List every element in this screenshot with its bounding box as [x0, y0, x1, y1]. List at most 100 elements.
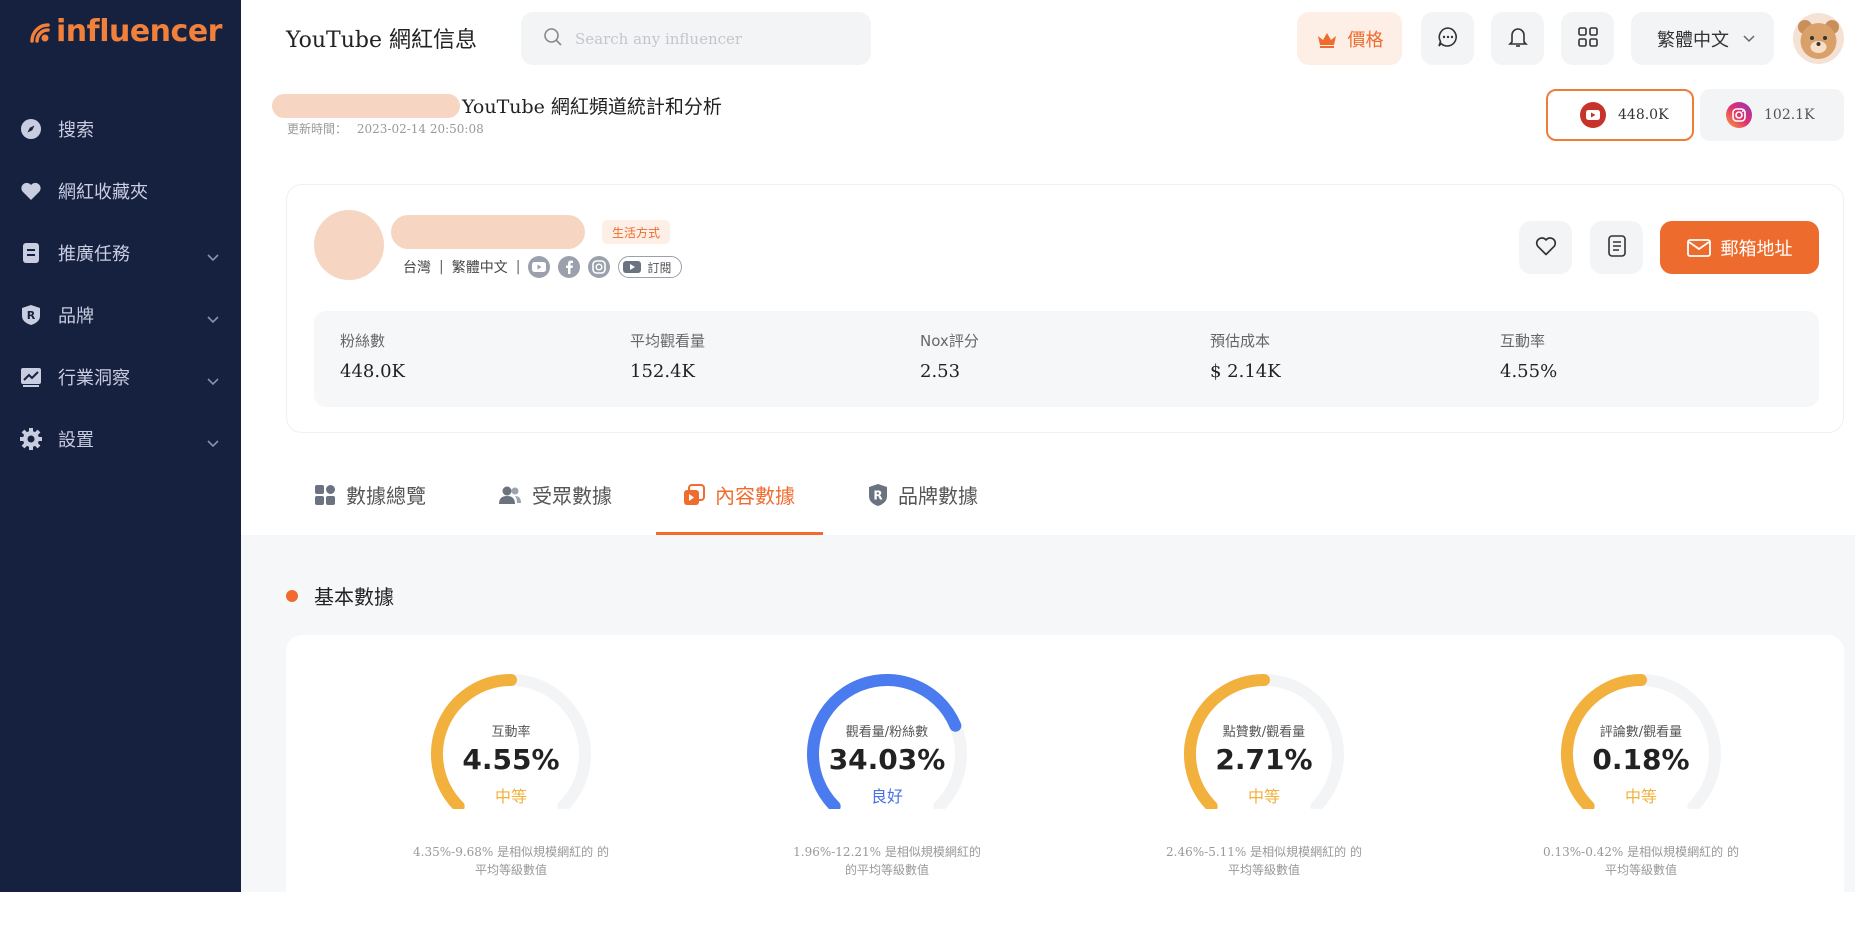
chevron-down-icon — [207, 370, 219, 391]
gauge-comments-per-view: 評論數/觀看量 0.18% 中等 0.13%-0.42% 是相似規模網紅的 的 … — [1531, 659, 1751, 899]
subscribe-label: 訂閱 — [647, 260, 672, 275]
heart-icon — [20, 180, 42, 202]
gauge-value: 0.18% — [1592, 743, 1690, 776]
gauge-note: 0.13%-0.42% 是相似規模網紅的 的 平均等級數值 — [1511, 843, 1771, 879]
tab-label: 數據總覽 — [346, 484, 426, 508]
crown-icon — [1316, 30, 1338, 48]
gauge-note-line: 平均等級數值 — [474, 863, 547, 877]
update-time-value: 2023-02-14 20:50:08 — [356, 122, 484, 136]
chevron-down-icon — [207, 246, 219, 267]
sidebar-item-settings[interactable]: 設置 — [0, 408, 241, 470]
tab-audience[interactable]: 受眾數據 — [498, 454, 612, 535]
top-header: YouTube 網紅信息 價格 繁體中文 — [241, 0, 1855, 76]
gauge-note-line: 平均等級數值 — [1227, 863, 1300, 877]
user-avatar[interactable] — [1793, 13, 1844, 64]
youtube-link-icon[interactable] — [528, 256, 551, 278]
section-dot — [286, 589, 298, 602]
gauge-value: 4.55% — [462, 743, 560, 776]
pricing-label: 價格 — [1347, 29, 1384, 51]
compass-icon — [20, 118, 42, 140]
svg-text:R: R — [873, 488, 882, 502]
search-input[interactable] — [575, 29, 865, 48]
update-time-label: 更新時間： — [287, 122, 348, 136]
bear-avatar-icon — [1798, 20, 1839, 59]
gauge-note-line: 2.46%-5.11% 是相似規模網紅的 的 — [1166, 845, 1362, 859]
content-icon — [683, 483, 705, 506]
platform-instagram-button[interactable]: 102.1K — [1700, 89, 1844, 141]
brand-shield-icon: R — [868, 483, 888, 507]
facebook-link-icon[interactable] — [558, 256, 581, 278]
sidebar-item-label: 網紅收藏夾 — [58, 182, 148, 203]
apps-button[interactable] — [1561, 12, 1614, 65]
language-select[interactable]: 繁體中文 — [1631, 12, 1774, 65]
pricing-button[interactable]: 價格 — [1297, 12, 1402, 65]
messages-button[interactable] — [1421, 12, 1474, 65]
email-button[interactable]: 郵箱地址 — [1660, 221, 1819, 274]
subscribe-badge[interactable]: 訂閱 — [618, 256, 683, 278]
sidebar-item-insights[interactable]: 行業洞察 — [0, 346, 241, 408]
gauge-label: 互動率 — [491, 725, 531, 740]
instagram-followers: 102.1K — [1764, 107, 1815, 123]
language-label: 繁體中文 — [1657, 29, 1729, 51]
sidebar-item-brands[interactable]: R 品牌 — [0, 284, 241, 346]
channel-analysis-title: YouTube 網紅頻道統計和分析 — [462, 96, 722, 118]
app-logo[interactable]: influencer — [26, 10, 222, 52]
stat-label: 互動率 — [1500, 332, 1546, 350]
logo-text: influencer — [56, 13, 222, 49]
brand-r-icon: R — [20, 304, 42, 326]
sidebar: influencer 搜索 網紅收藏夾 推廣任務 R 品牌 行業洞察 設置 — [0, 0, 241, 892]
gauge-level: 良好 — [870, 787, 903, 806]
sidebar-item-search[interactable]: 搜索 — [0, 98, 241, 160]
stat-value: $ 2.14K — [1210, 361, 1281, 382]
instagram-link-icon[interactable] — [588, 256, 611, 278]
sidebar-item-label: 設置 — [58, 430, 94, 451]
stat-label: 預估成本 — [1210, 332, 1271, 350]
chart-icon — [20, 366, 42, 388]
tab-overview[interactable]: 數據總覽 — [314, 454, 426, 535]
document-outline-icon — [1607, 234, 1626, 261]
stat-label: 粉絲數 — [340, 332, 386, 350]
section-basic-data: 基本數據 — [286, 581, 394, 610]
country: 台灣 — [403, 260, 431, 276]
gauge-label: 評論數/觀看量 — [1599, 725, 1683, 740]
category-tag[interactable]: 生活方式 — [602, 220, 671, 244]
heart-outline-icon — [1535, 236, 1557, 260]
grid-apps-icon — [1577, 26, 1598, 51]
channel-language: 繁體中文 — [451, 260, 508, 276]
page-title: YouTube 網紅信息 — [286, 28, 477, 53]
gauge-level: 中等 — [1247, 787, 1280, 806]
favorite-button[interactable] — [1519, 221, 1572, 274]
gauge-note: 4.35%-9.68% 是相似規模網紅的 的 平均等級數值 — [381, 843, 641, 879]
sidebar-item-favorites[interactable]: 網紅收藏夾 — [0, 160, 241, 222]
svg-text:R: R — [27, 309, 36, 322]
search-icon — [543, 27, 563, 51]
sidebar-item-campaigns[interactable]: 推廣任務 — [0, 222, 241, 284]
update-time: 更新時間： 2023-02-14 20:50:08 — [287, 120, 484, 137]
search-bar[interactable] — [521, 12, 871, 65]
logo-signal-icon — [26, 17, 54, 45]
content-area: 基本數據 互動率 4.55% 中等 4.35%-9.68% 是相似規模網紅的 的… — [241, 535, 1855, 935]
youtube-icon — [1580, 102, 1606, 128]
sidebar-item-label: 搜索 — [58, 120, 94, 141]
tab-content[interactable]: 內容數據 — [683, 454, 795, 535]
gauge-level: 中等 — [1624, 787, 1657, 806]
tab-brand[interactable]: R 品牌數據 — [868, 454, 978, 535]
profile-card: 生活方式 台灣 | 繁體中文 | 訂閱 郵箱地址 粉絲數 448.0K 平均觀看… — [286, 184, 1844, 433]
stat-value: 152.4K — [630, 361, 695, 382]
platform-youtube-button[interactable]: 448.0K — [1546, 89, 1694, 141]
divider: | — [439, 259, 444, 275]
gauge-value: 2.71% — [1215, 743, 1313, 776]
grid-icon — [314, 484, 336, 506]
youtube-followers: 448.0K — [1618, 107, 1669, 123]
notes-button[interactable] — [1590, 221, 1643, 274]
gauge-note-line: 1.96%-12.21% 是相似規模網紅的 — [793, 845, 981, 859]
sidebar-item-label: 行業洞察 — [58, 368, 130, 389]
users-icon — [498, 485, 522, 505]
stat-label: 平均觀看量 — [630, 332, 706, 350]
notifications-button[interactable] — [1491, 12, 1544, 65]
gauge-label: 點贊數/觀看量 — [1222, 725, 1306, 740]
mail-icon — [1686, 238, 1711, 257]
stat-value: 448.0K — [340, 361, 405, 382]
stats-panel: 粉絲數 448.0K 平均觀看量 152.4K Nox評分 2.53 預估成本 … — [314, 311, 1819, 407]
chat-icon — [1437, 26, 1459, 52]
